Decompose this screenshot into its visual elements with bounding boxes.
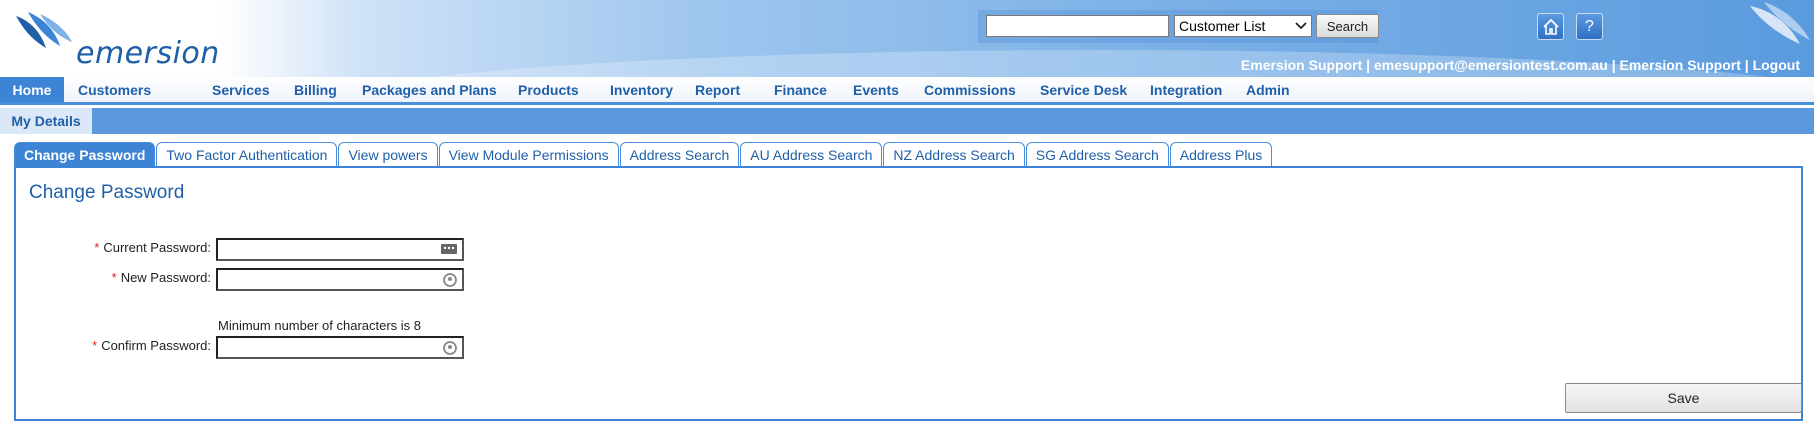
user-email-link[interactable]: emesupport@emersiontest.com.au	[1374, 57, 1608, 73]
nav-item-packages-and-plans[interactable]: Packages and Plans	[362, 77, 518, 102]
app-header: emersion Customer List Search ? Emersion…	[0, 0, 1814, 88]
user-name-link[interactable]: Emersion Support	[1241, 57, 1362, 73]
nav-item-service-desk[interactable]: Service Desk	[1040, 77, 1150, 102]
new-password-field[interactable]	[216, 268, 464, 291]
nav-item-finance[interactable]: Finance	[774, 77, 853, 102]
nav-item-commissions[interactable]: Commissions	[924, 77, 1040, 102]
help-icon: ?	[1585, 17, 1594, 35]
separator: |	[1366, 57, 1371, 73]
separator: |	[1611, 57, 1616, 73]
logo-wing-icon	[16, 12, 72, 48]
nav-item-customers[interactable]: Customers	[64, 77, 212, 102]
confirm-password-field[interactable]	[216, 336, 464, 359]
required-mark: *	[111, 270, 117, 285]
nav-item-events[interactable]: Events	[853, 77, 924, 102]
required-mark: *	[92, 338, 98, 353]
nav-item-services[interactable]: Services	[212, 77, 294, 102]
password-manager-icon	[441, 244, 457, 254]
home-button[interactable]	[1537, 13, 1564, 40]
search-input[interactable]	[986, 15, 1169, 37]
required-mark: *	[94, 240, 100, 255]
new-password-label-text: New Password:	[120, 270, 211, 285]
logout-link[interactable]: Logout	[1753, 57, 1800, 73]
confirm-password-label-text: Confirm Password:	[101, 338, 211, 353]
emersion-logo[interactable]: emersion	[14, 12, 219, 71]
tab-au-address-search[interactable]: AU Address Search	[740, 142, 883, 167]
corner-wing-icon	[1750, 2, 1810, 44]
main-nav: Home Customers Services Billing Packages…	[0, 77, 1814, 105]
password-hint: Minimum number of characters is 8	[218, 318, 422, 333]
current-password-label: * Current Password:	[16, 240, 211, 255]
chevron-down-icon	[1295, 22, 1307, 30]
separator: |	[1744, 57, 1749, 73]
subnav-item-my-details[interactable]: My Details	[0, 108, 92, 134]
panel-title: Change Password	[29, 182, 185, 203]
nav-item-billing[interactable]: Billing	[294, 77, 362, 102]
search-type-value: Customer List	[1179, 18, 1266, 34]
quick-search: Customer List Search	[978, 10, 1379, 43]
nav-item-products[interactable]: Products	[518, 77, 610, 102]
user-bar: Emersion Support | emesupport@emersionte…	[1241, 57, 1800, 73]
change-password-panel: Change Password * Current Password: * New …	[14, 166, 1803, 421]
tab-view-powers[interactable]: View powers	[338, 142, 438, 167]
nav-item-integration[interactable]: Integration	[1150, 77, 1246, 102]
nav-item-home[interactable]: Home	[0, 77, 64, 102]
sub-nav: My Details	[0, 108, 1814, 134]
current-password-field[interactable]	[216, 238, 464, 261]
search-type-select[interactable]: Customer List	[1174, 15, 1312, 37]
tab-sg-address-search[interactable]: SG Address Search	[1025, 142, 1169, 167]
tab-address-plus[interactable]: Address Plus	[1169, 142, 1273, 167]
key-icon	[443, 341, 457, 355]
logo-text: emersion	[76, 36, 220, 71]
tab-nz-address-search[interactable]: NZ Address Search	[883, 142, 1025, 167]
help-button[interactable]: ?	[1576, 13, 1603, 40]
tab-view-module-permissions[interactable]: View Module Permissions	[438, 142, 619, 167]
save-button[interactable]: Save	[1565, 383, 1802, 413]
home-icon	[1542, 18, 1559, 35]
tab-address-search[interactable]: Address Search	[619, 142, 740, 167]
tab-two-factor-authentication[interactable]: Two Factor Authentication	[156, 142, 338, 167]
nav-item-report[interactable]: Report	[695, 77, 774, 102]
new-password-label: * New Password:	[16, 270, 211, 285]
key-icon	[443, 273, 457, 287]
confirm-password-label: * Confirm Password:	[16, 338, 211, 353]
nav-item-admin[interactable]: Admin	[1246, 77, 1306, 102]
user-org-link[interactable]: Emersion Support	[1620, 57, 1741, 73]
current-password-label-text: Current Password:	[103, 240, 211, 255]
tab-change-password[interactable]: Change Password	[14, 142, 156, 167]
tab-bar: Change Password Two Factor Authenticatio…	[14, 142, 1273, 167]
nav-item-inventory[interactable]: Inventory	[610, 77, 695, 102]
search-button[interactable]: Search	[1316, 14, 1379, 38]
